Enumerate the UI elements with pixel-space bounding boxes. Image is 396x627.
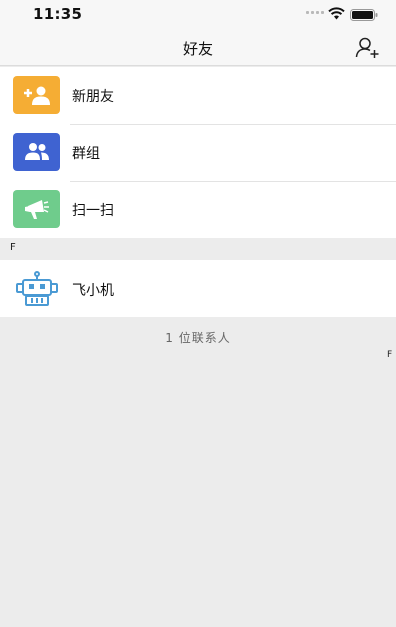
menu-item-label: 群组 — [72, 146, 100, 162]
page-title: 好友 — [182, 40, 213, 58]
menu-item-groups[interactable]: 群组 — [0, 124, 396, 181]
section-header: F — [0, 238, 396, 260]
group-icon — [13, 133, 60, 171]
index-bar-letter[interactable]: F — [387, 350, 392, 360]
contact-count: 1 位联系人 — [165, 331, 231, 345]
menu-item-new-friends[interactable]: 新朋友 — [0, 67, 396, 124]
contact-menu-list: 新朋友 群组 扫一扫 — [0, 67, 396, 238]
contacts-screen: 11:35 好友 新朋友 群组 扫一扫 F 飞小机 1 位联系人 F — [0, 0, 396, 627]
robot-avatar-icon — [16, 271, 58, 306]
add-friend-icon[interactable] — [355, 37, 381, 59]
navigation-bar: 好友 — [0, 30, 396, 66]
contact-row[interactable]: 飞小机 — [0, 260, 396, 317]
signal-icon — [306, 11, 324, 14]
status-bar: 11:35 — [0, 0, 396, 30]
new-friend-icon — [13, 76, 60, 114]
section-letter: F — [10, 242, 16, 253]
status-time: 11:35 — [33, 5, 83, 23]
menu-item-label: 扫一扫 — [72, 203, 114, 219]
wifi-icon — [328, 7, 345, 20]
menu-item-label: 新朋友 — [72, 89, 114, 105]
battery-icon — [350, 9, 378, 21]
scan-icon — [13, 190, 60, 228]
menu-item-scan[interactable]: 扫一扫 — [0, 181, 396, 238]
contact-name: 飞小机 — [72, 283, 114, 299]
